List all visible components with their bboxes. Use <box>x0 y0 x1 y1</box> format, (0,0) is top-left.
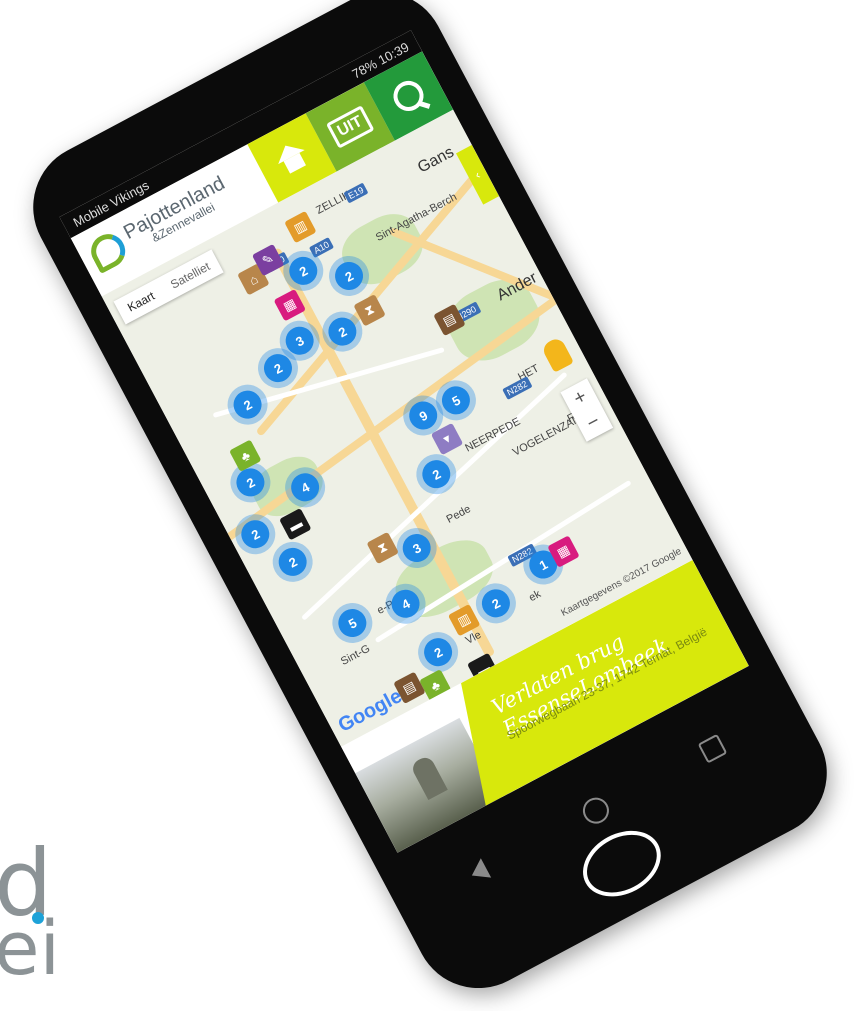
physical-home-button[interactable] <box>571 817 673 910</box>
phone-frame: Mobile Vikings 78% 10:39 Pajottenland &Z… <box>10 0 850 1011</box>
poi-marker-icon[interactable]: ♣ <box>229 439 262 472</box>
map-place-label: Sint-G <box>338 642 373 668</box>
search-icon <box>388 75 429 117</box>
street-view-pegman-icon[interactable] <box>540 335 574 373</box>
recent-apps-icon[interactable] <box>697 733 728 764</box>
poi-marker-icon[interactable]: ▥ <box>284 210 317 244</box>
map-cluster[interactable]: 5 <box>437 381 475 420</box>
phone-screen: Mobile Vikings 78% 10:39 Pajottenland &Z… <box>59 30 749 853</box>
map-cluster[interactable]: 2 <box>476 584 515 623</box>
map-cluster[interactable]: 5 <box>333 604 372 642</box>
map-cluster[interactable]: 2 <box>228 385 267 424</box>
map-place-label: Gans <box>415 143 457 177</box>
road-shield: N282 <box>502 376 533 400</box>
map-cluster[interactable]: 2 <box>417 455 456 494</box>
road-shield: A10 <box>308 237 335 259</box>
background-logo-dot <box>32 912 44 924</box>
poi-marker-icon[interactable]: ▾ <box>430 422 464 456</box>
logo-mark-icon <box>85 228 132 275</box>
home-icon <box>272 139 312 178</box>
uit-label: UIT <box>326 105 375 149</box>
map-cluster[interactable]: 2 <box>259 349 297 388</box>
poi-marker-icon[interactable]: ⧗ <box>353 294 386 327</box>
map-cluster[interactable]: 2 <box>419 633 458 672</box>
road-shield: E19 <box>343 182 369 204</box>
map-place-label: Pede <box>444 503 473 526</box>
zoom-control: + − <box>560 378 614 442</box>
background-logo-fragment-ei: ei <box>0 906 61 992</box>
home-circle-icon[interactable] <box>578 793 614 829</box>
map-place-label: ek <box>526 588 543 605</box>
back-icon[interactable] <box>466 858 492 886</box>
map-cluster[interactable]: 2 <box>273 542 312 581</box>
